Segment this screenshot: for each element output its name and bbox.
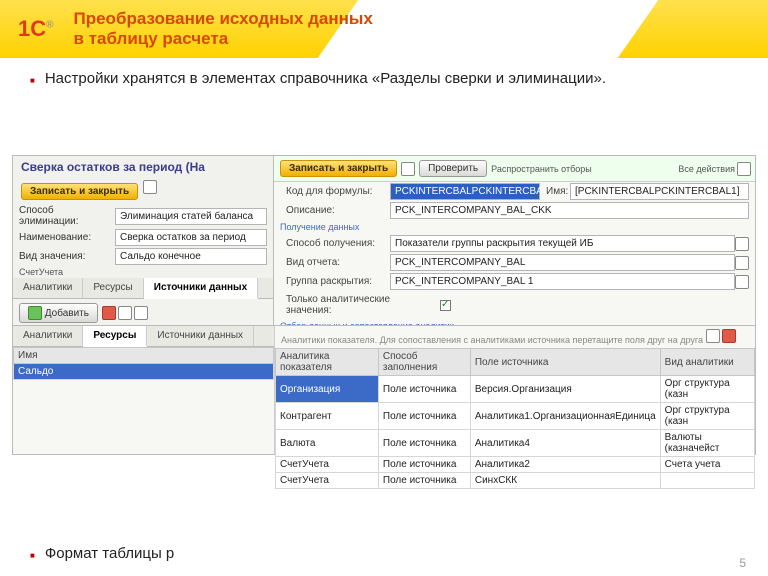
unlink-icon[interactable] <box>722 329 736 343</box>
tab-analytics[interactable]: Аналитики <box>13 278 83 298</box>
onlyanalytic-label: Только аналитические значения: <box>280 292 440 318</box>
onlyanalytic-checkbox[interactable] <box>440 300 451 311</box>
schetucheta-row: СчетУчета <box>13 266 273 278</box>
mapping-row[interactable]: СчетУчетаПоле источникаСинхСКК <box>276 473 755 489</box>
tab2-analytics[interactable]: Аналитики <box>13 326 83 346</box>
title-band: 1С® Преобразование исходных данных в таб… <box>0 0 768 58</box>
name-label-r: Имя: <box>540 184 570 199</box>
elim-method-label: Способ элиминации: <box>19 205 115 227</box>
left-tabs: Аналитики Ресурсы Источники данных <box>13 278 273 299</box>
save-close-button-r[interactable]: Записать и закрыть <box>280 160 397 177</box>
logo-1c: 1С® <box>18 16 54 42</box>
help-icon[interactable] <box>737 162 751 176</box>
tab-resources[interactable]: Ресурсы <box>83 278 143 298</box>
move-down-icon[interactable] <box>134 306 148 320</box>
link-icon[interactable] <box>706 329 720 343</box>
save-icon[interactable] <box>401 162 415 176</box>
group-label: Группа раскрытия: <box>280 274 390 289</box>
tab2-resources[interactable]: Ресурсы <box>83 326 147 347</box>
drag-hint: Аналитики показателя. Для сопоставления … <box>275 326 755 348</box>
mapping-row[interactable]: ВалютаПоле источникаАналитика4Валюты (ка… <box>276 430 755 457</box>
name-label: Наименование: <box>19 232 115 243</box>
page-number: 5 <box>739 556 746 570</box>
report-label: Вид отчета: <box>280 255 390 270</box>
left-toolbar: Добавить <box>13 299 273 328</box>
tab-datasources[interactable]: Источники данных <box>144 278 258 299</box>
save-icon[interactable] <box>143 180 157 194</box>
code-label: Код для формулы: <box>280 184 390 199</box>
getmeth-label: Способ получения: <box>280 236 390 251</box>
check-button[interactable]: Проверить <box>419 160 487 177</box>
name-field[interactable]: Сверка остатков за период <box>115 229 267 246</box>
valtype-field[interactable]: Сальдо конечное <box>115 248 267 265</box>
plus-icon <box>28 306 42 320</box>
move-up-icon[interactable] <box>118 306 132 320</box>
section-getdata: Получение данных <box>274 220 755 234</box>
left-title: Сверка остатков за период (На <box>13 156 273 178</box>
bullet-1: Настройки хранятся в элементах справочни… <box>30 70 738 87</box>
spread-filters[interactable]: Распространить отборы <box>491 164 592 174</box>
desc-field[interactable]: PCK_INTERCOMPANY_BAL_CKK <box>390 202 749 219</box>
slide-title: Преобразование исходных данных в таблицу… <box>74 9 373 48</box>
valtype-label: Вид значения: <box>19 251 115 262</box>
group-field[interactable]: PCK_INTERCOMPANY_BAL 1 <box>390 273 735 290</box>
ellipsis-icon[interactable] <box>735 275 749 289</box>
mapping-row[interactable]: ОрганизацияПоле источникаВерсия.Организа… <box>276 376 755 403</box>
bullet-3: Формат таблицы р <box>30 545 174 562</box>
mapping-row[interactable]: СчетУчетаПоле источникаАналитика2Счета у… <box>276 457 755 473</box>
ellipsis-icon[interactable] <box>735 256 749 270</box>
elim-method-field[interactable]: Элиминация статей баланса <box>115 208 267 225</box>
getmeth-field[interactable]: Показатели группы раскрытия текущей ИБ <box>390 235 735 252</box>
ellipsis-icon[interactable] <box>735 237 749 251</box>
save-close-button[interactable]: Записать и закрыть <box>21 183 138 200</box>
table-row[interactable]: Сальдо <box>14 364 274 380</box>
tab2-datasources[interactable]: Источники данных <box>147 326 254 346</box>
mapping-row[interactable]: КонтрагентПоле источникаАналитика1.Орган… <box>276 403 755 430</box>
report-field[interactable]: PCK_INTERCOMPANY_BAL <box>390 254 735 271</box>
desc-label: Описание: <box>280 203 390 218</box>
add-button[interactable]: Добавить <box>19 303 98 323</box>
all-actions-menu[interactable]: Все действия <box>678 164 735 174</box>
mapping-table: Аналитика показателяСпособ заполненияПол… <box>275 348 755 489</box>
lower-screenshot: Аналитики Ресурсы Источники данных Имя С… <box>12 325 756 455</box>
name-field-r[interactable]: [PCKINTERCBALPCKINTERCBAL1] <box>570 183 749 200</box>
code-field[interactable]: PCKINTERCBALPCKINTERCBAL1 <box>390 183 540 200</box>
delete-icon[interactable] <box>102 306 116 320</box>
